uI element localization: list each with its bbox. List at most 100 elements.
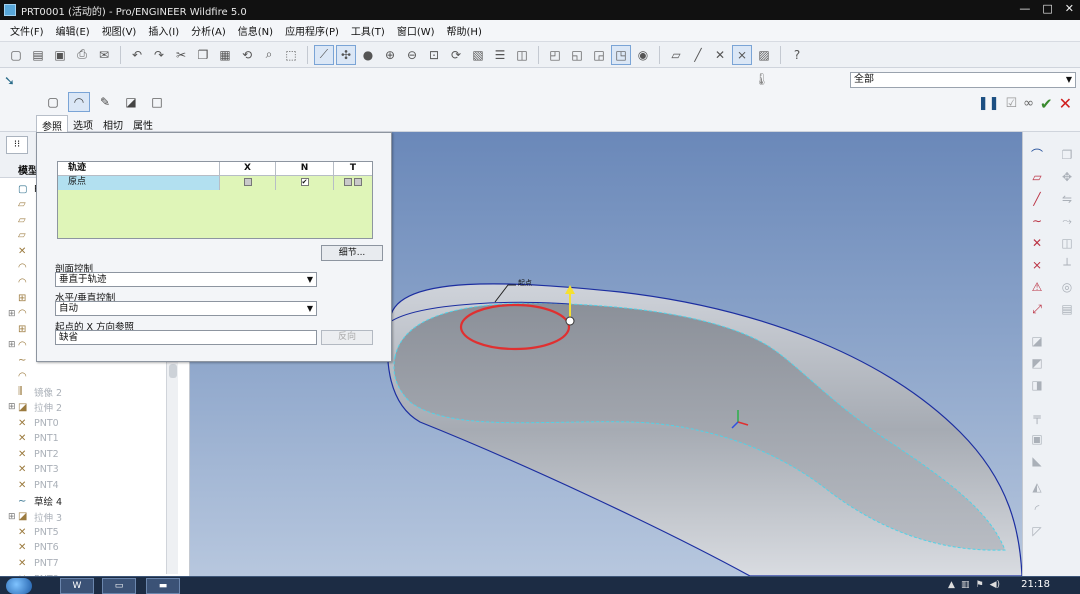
revolve-tool-icon[interactable]: ◩	[1027, 354, 1047, 372]
model-tree-tab[interactable]: 模型	[18, 162, 38, 177]
trajectory-table[interactable]: 轨迹 X N T 原点	[57, 161, 373, 239]
table-row[interactable]: 原点	[58, 176, 372, 190]
tree-scrollbar[interactable]	[166, 360, 178, 574]
sketch-icon[interactable]: ✎	[94, 92, 116, 112]
tree-row[interactable]: ∼ 草绘 4	[8, 494, 62, 509]
thicken-icon[interactable]: □	[146, 92, 168, 112]
draft-tool-icon[interactable]: ◭	[1027, 478, 1047, 496]
rib-tool-icon[interactable]: ◣	[1027, 452, 1047, 470]
datum-display-icon[interactable]: ⟋	[314, 44, 334, 65]
minimize-button[interactable]: —	[1019, 2, 1030, 15]
tree-row[interactable]: ⊞ ◠	[8, 307, 34, 321]
datum-curve-tool-icon[interactable]: ∼	[1027, 212, 1047, 230]
word-task-icon[interactable]: W	[60, 578, 94, 594]
tree-row[interactable]: ▱	[8, 229, 34, 243]
find-icon[interactable]: ⌕	[259, 45, 279, 65]
tree-row[interactable]: ⫼ 镜像 2	[8, 385, 62, 399]
appearance-ball-icon[interactable]: ◉	[633, 45, 653, 65]
start-x-reference-field[interactable]: 缺省	[55, 330, 317, 345]
tree-row[interactable]: ⊞	[8, 291, 34, 305]
menu-window[interactable]: 窗口(W)	[391, 23, 441, 38]
wireframe-icon[interactable]: ◫	[512, 45, 532, 65]
tree-row[interactable]: ✕ PNT7	[8, 556, 59, 570]
pause-icon[interactable]: ❚❚	[978, 96, 1000, 111]
tree-row[interactable]: ▱	[8, 213, 34, 227]
open-icon[interactable]: ▤	[28, 45, 48, 65]
no-hidden-icon[interactable]: ◱	[567, 45, 587, 65]
paste-icon[interactable]: ▦	[215, 45, 235, 65]
maximize-button[interactable]: □	[1042, 2, 1052, 15]
orient-icon[interactable]: ⟳	[446, 45, 466, 65]
print-icon[interactable]: ⎙	[72, 45, 92, 65]
tree-row[interactable]: ⊞	[8, 322, 34, 336]
n-checkbox[interactable]	[300, 177, 309, 186]
zoom-out-icon[interactable]: ⊖	[402, 45, 422, 65]
hv-control-select[interactable]: 自动 ▼	[55, 301, 317, 316]
section-control-select[interactable]: 垂直于轨迹 ▼	[55, 272, 317, 287]
chamfer-tool-icon[interactable]: ◸	[1027, 522, 1047, 540]
spin-center-icon[interactable]: ✣	[336, 44, 356, 65]
mirror-icon[interactable]: ⇋	[1057, 190, 1077, 208]
menu-view[interactable]: 视图(V)	[96, 23, 143, 38]
tree-row[interactable]: ✕	[8, 244, 34, 258]
show-tree-icon[interactable]: ⁝⁝	[6, 136, 28, 154]
tree-row[interactable]: ✕ PNT4	[8, 478, 59, 492]
reverse-button[interactable]: 反向	[321, 330, 373, 345]
selection-filter[interactable]: 全部 ▼	[850, 72, 1076, 88]
sketch-tool-icon[interactable]: ⌒	[1027, 146, 1047, 164]
cut-icon[interactable]: ✂	[171, 45, 191, 65]
email-icon[interactable]: ✉	[94, 45, 114, 65]
menu-tools[interactable]: 工具(T)	[345, 23, 391, 38]
datum-point-icon[interactable]: ✕	[710, 45, 730, 65]
t-checkbox-2[interactable]	[354, 177, 363, 186]
datum-point-tool-icon[interactable]: ✕	[1027, 234, 1047, 252]
remove-material-icon[interactable]: ◪	[120, 92, 142, 112]
move-icon[interactable]: ✥	[1057, 168, 1077, 186]
sweep-tool-icon[interactable]: ◨	[1027, 376, 1047, 394]
tray-network-icon[interactable]: ▥	[961, 580, 970, 590]
tree-row[interactable]: ✕ PNT3	[8, 463, 59, 477]
select-arrow-icon[interactable]: ➘	[4, 74, 15, 89]
details-button[interactable]: 细节...	[321, 245, 383, 261]
expand-icon[interactable]: ⊞	[8, 309, 18, 319]
offset-icon[interactable]: ◎	[1057, 278, 1077, 296]
menu-file[interactable]: 文件(F)	[4, 23, 50, 38]
tree-row[interactable]: ⊞ ◠	[8, 338, 34, 352]
regenerate-icon[interactable]: ⟲	[237, 45, 257, 65]
tray-arrow-icon[interactable]: ▲	[948, 580, 955, 590]
layers-icon[interactable]: ☰	[490, 45, 510, 65]
round-tool-icon[interactable]: ◜	[1027, 500, 1047, 518]
datum-axis-tool-icon[interactable]: ╱	[1027, 190, 1047, 208]
folder-task-icon[interactable]: ▬	[146, 578, 180, 594]
cancel-x-icon[interactable]: ✕	[1059, 94, 1072, 113]
select-box-icon[interactable]: ⬚	[281, 45, 301, 65]
tree-row[interactable]: ✕ PNT5	[8, 525, 59, 539]
trim-icon[interactable]: ◫	[1057, 234, 1077, 252]
csys-tool-icon[interactable]: ⨯	[1027, 256, 1047, 274]
tray-flag-icon[interactable]: ⚑	[975, 580, 983, 590]
whats-this-icon[interactable]: ?	[787, 45, 807, 65]
menu-info[interactable]: 信息(N)	[232, 23, 279, 38]
csys-icon[interactable]: ⨯	[732, 44, 752, 65]
preview-checkbox[interactable]: ☑	[1006, 96, 1018, 111]
new-icon[interactable]: ▢	[6, 45, 26, 65]
shell-tool-icon[interactable]: ▣	[1027, 430, 1047, 448]
datum-plane-icon[interactable]: ▱	[666, 45, 686, 65]
menu-help[interactable]: 帮助(H)	[441, 23, 488, 38]
shading-icon[interactable]: ●	[358, 45, 378, 65]
expand-icon[interactable]: ⊞	[8, 512, 18, 522]
tree-row[interactable]: ✕ PNT0	[8, 416, 59, 430]
save-icon[interactable]: ▣	[50, 45, 70, 65]
ok-checkmark-icon[interactable]: ✔	[1040, 95, 1053, 113]
tree-row[interactable]: ◠	[8, 276, 34, 290]
extrude-tool-icon[interactable]: ◪	[1027, 332, 1047, 350]
tree-row[interactable]: ✕ PNT6	[8, 541, 59, 555]
expand-icon[interactable]: ⊞	[8, 340, 18, 350]
preview-glasses-icon[interactable]: ∞	[1023, 96, 1034, 111]
tree-row[interactable]: ✕ PNT2	[8, 447, 59, 461]
datum-axis-icon[interactable]: ╱	[688, 45, 708, 65]
merge-icon[interactable]: ⤳	[1057, 212, 1077, 230]
menu-insert[interactable]: 插入(I)	[142, 23, 185, 38]
shaded-icon[interactable]: ◲	[589, 45, 609, 65]
refit-icon[interactable]: ⊡	[424, 45, 444, 65]
